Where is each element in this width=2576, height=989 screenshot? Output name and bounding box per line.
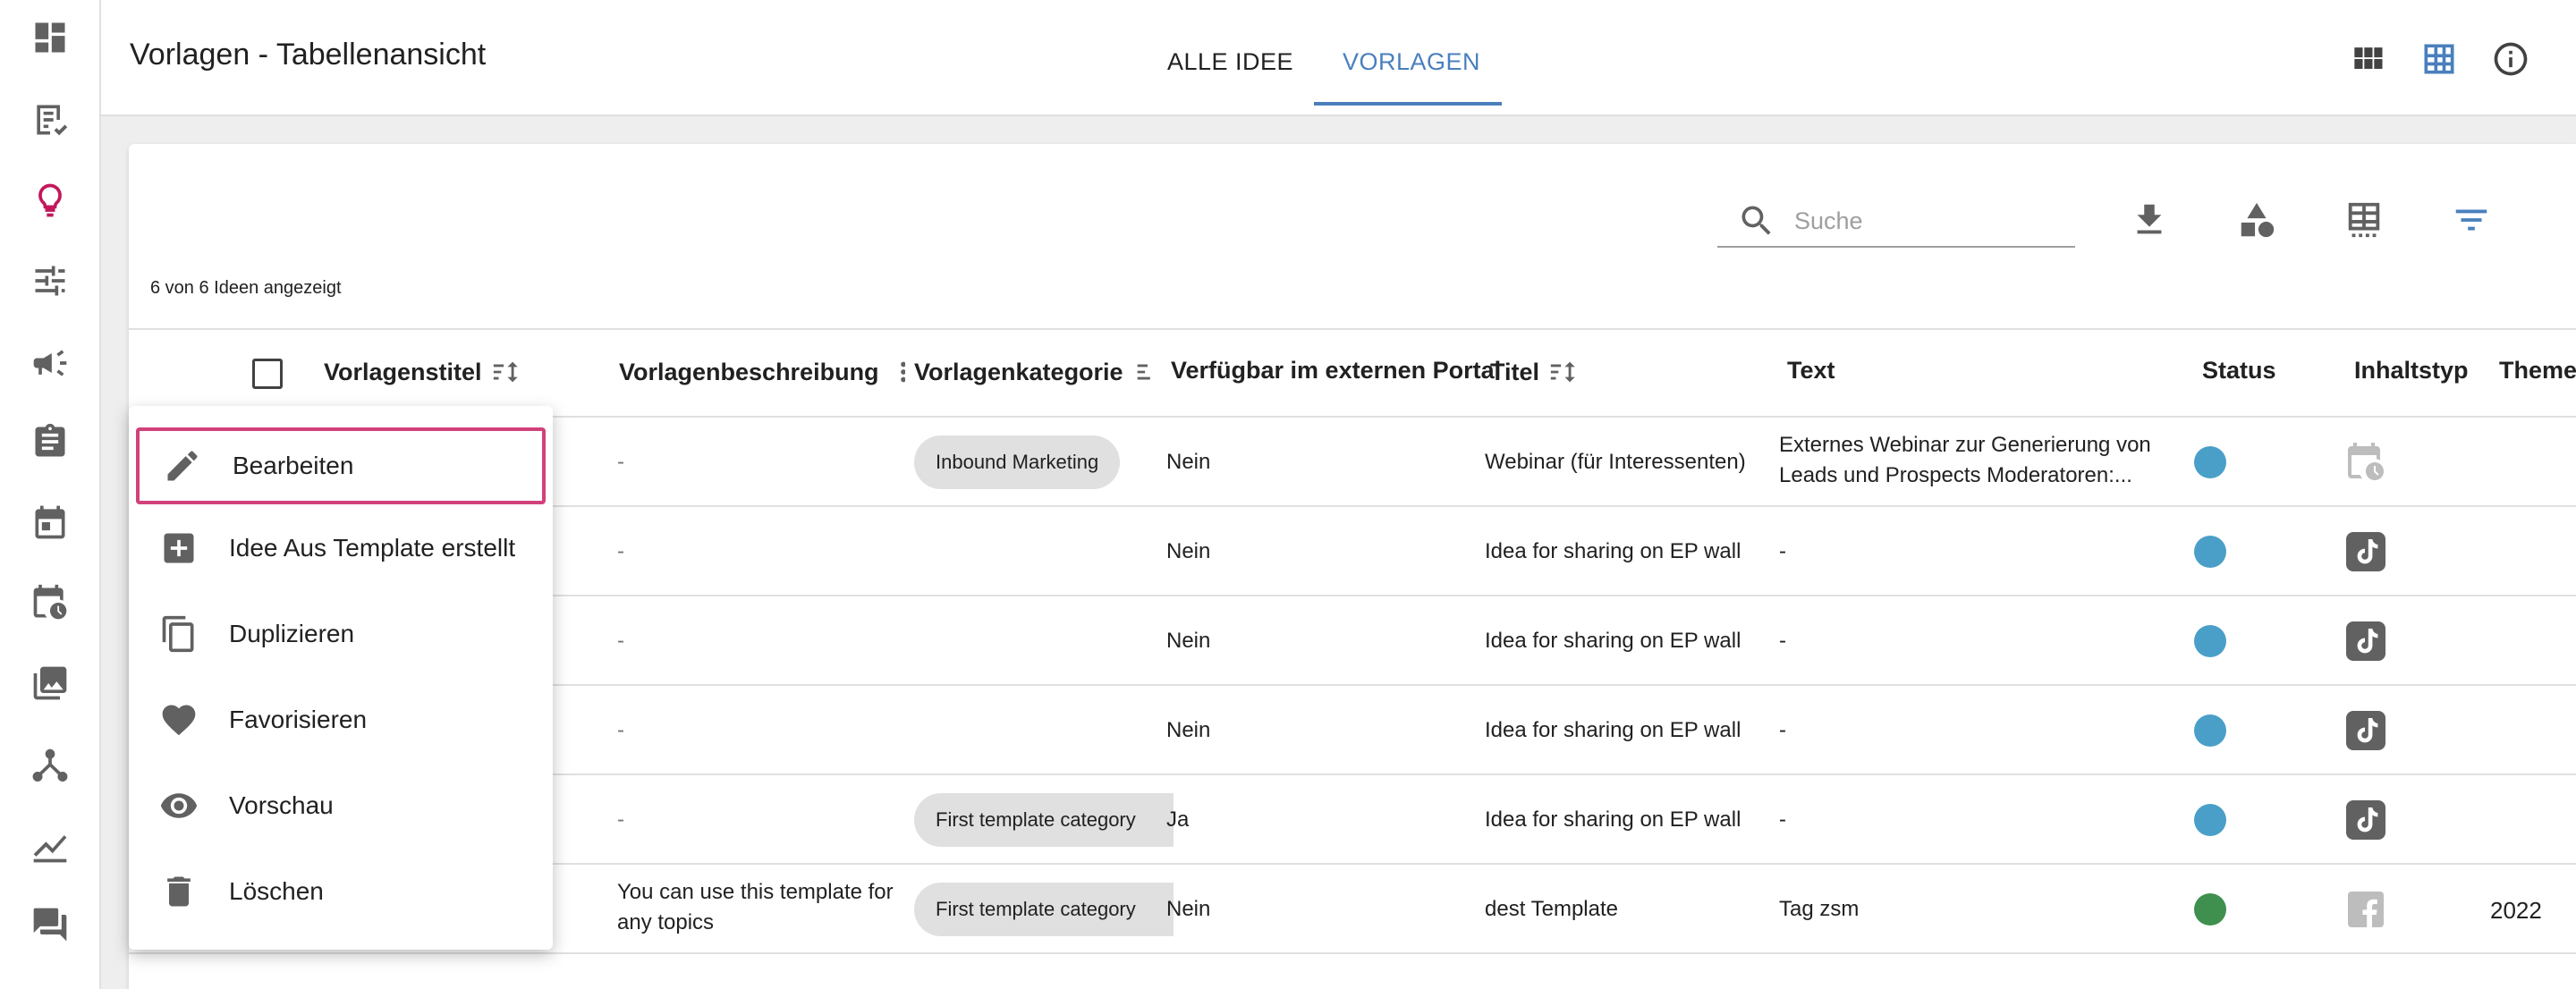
status-dot xyxy=(2194,536,2226,568)
column-header-themen[interactable]: Themen xyxy=(2499,357,2576,385)
heart-icon xyxy=(159,700,199,740)
cell-titel: Idea for sharing on EP wall xyxy=(1485,807,1741,832)
status-dot xyxy=(2194,625,2226,657)
download-icon[interactable] xyxy=(2129,199,2170,241)
column-header-status[interactable]: Status xyxy=(2202,357,2345,385)
top-header: Vorlagen - Tabellenansicht ALLE IDEE VOR… xyxy=(101,0,2576,116)
search-input[interactable] xyxy=(1794,203,2063,239)
column-header-vorlagenstitel[interactable]: Vorlagenstitel xyxy=(324,357,538,387)
menu-item-vorschau[interactable]: Vorschau xyxy=(136,767,546,844)
photo-library-icon[interactable] xyxy=(30,664,70,703)
active-tab-indicator xyxy=(1314,102,1502,106)
menu-item-idee-aus-template[interactable]: Idee Aus Template erstellt xyxy=(136,510,546,587)
tab-alle-idee[interactable]: ALLE IDEE xyxy=(1167,48,1293,76)
cell-titel: Idea for sharing on EP wall xyxy=(1485,629,1741,653)
status-dot xyxy=(2194,446,2226,478)
calendar-icon[interactable] xyxy=(30,503,70,542)
checklist-icon[interactable] xyxy=(30,100,70,139)
calendar-clock-icon[interactable] xyxy=(30,583,70,622)
column-header-vorlagenkategorie[interactable]: Vorlagenkategorie xyxy=(914,357,1165,387)
menu-item-favorisieren[interactable]: Favorisieren xyxy=(136,681,546,758)
chat-icon[interactable] xyxy=(30,905,70,944)
tiktok-icon xyxy=(2344,709,2387,752)
facebook-icon xyxy=(2344,888,2387,931)
cell-text: Tag zsm xyxy=(1779,897,1860,921)
sort-icon[interactable] xyxy=(1548,357,1579,387)
tiktok-icon xyxy=(2344,799,2387,841)
cell-text: - xyxy=(1779,718,1786,742)
status-dot xyxy=(2194,714,2226,747)
cell-beschreibung: - xyxy=(617,718,624,742)
sort-icon[interactable] xyxy=(491,357,521,387)
trash-icon xyxy=(159,872,199,911)
search-icon xyxy=(1737,201,1776,241)
eye-icon xyxy=(159,786,199,825)
category-chip: First template category xyxy=(914,883,1174,936)
row-context-menu: Bearbeiten Idee Aus Template erstellt Du… xyxy=(129,406,553,950)
menu-item-loeschen[interactable]: Löschen xyxy=(136,853,546,930)
cell-beschreibung: - xyxy=(617,629,624,653)
column-header-inhaltstyp[interactable]: Inhaltstyp xyxy=(2354,357,2515,385)
column-settings-icon[interactable] xyxy=(2343,199,2385,241)
copy-icon xyxy=(159,614,199,654)
column-header-text[interactable]: Text xyxy=(1787,357,1966,385)
plus-box-icon xyxy=(159,528,199,568)
lightbulb-icon[interactable] xyxy=(30,181,70,220)
tiktok-icon xyxy=(2344,530,2387,573)
cell-verfuegbar: Nein xyxy=(1166,718,1211,742)
category-chip: First template category xyxy=(914,793,1174,847)
cell-beschreibung: - xyxy=(617,807,624,832)
status-dot xyxy=(2194,893,2226,926)
dashboard-icon[interactable] xyxy=(30,18,70,57)
tab-vorlagen[interactable]: VORLAGEN xyxy=(1343,48,1480,76)
cell-verfuegbar: Nein xyxy=(1166,897,1211,921)
cell-text: - xyxy=(1779,629,1786,653)
clipboard-icon[interactable] xyxy=(30,422,70,461)
shapes-icon[interactable] xyxy=(2236,199,2277,241)
cell-beschreibung: You can use this template for any topics xyxy=(617,880,894,934)
menu-item-duplizieren[interactable]: Duplizieren xyxy=(136,596,546,672)
column-header-titel[interactable]: Titel xyxy=(1490,357,1758,387)
pencil-icon xyxy=(163,446,202,486)
cell-text: Externes Webinar zur Generierung von Lea… xyxy=(1779,433,2151,487)
column-header-vorlagenbeschreibung[interactable]: Vorlagenbeschreibung xyxy=(619,357,905,387)
page-title: Vorlagen - Tabellenansicht xyxy=(130,38,487,72)
cell-beschreibung: - xyxy=(617,539,624,563)
cell-text: - xyxy=(1779,539,1786,563)
cell-beschreibung: - xyxy=(617,450,624,474)
sidebar xyxy=(0,0,101,989)
info-icon[interactable] xyxy=(2491,39,2530,79)
tiktok-icon xyxy=(2344,620,2387,663)
timeline-icon[interactable] xyxy=(30,261,70,300)
menu-item-bearbeiten[interactable]: Bearbeiten xyxy=(136,427,546,504)
cell-titel: Idea for sharing on EP wall xyxy=(1485,718,1741,742)
select-all-checkbox[interactable] xyxy=(252,359,283,389)
megaphone-icon[interactable] xyxy=(30,343,70,383)
result-count: 6 von 6 Ideen angezeigt xyxy=(150,278,342,298)
grid-view-icon[interactable] xyxy=(2348,39,2387,79)
sort-lines-icon[interactable] xyxy=(1132,357,1163,387)
cell-titel: Webinar (für Interessenten) xyxy=(1485,450,1746,474)
cell-verfuegbar: Ja xyxy=(1166,807,1190,832)
filter-icon[interactable] xyxy=(2451,199,2492,241)
category-chip: Inbound Marketing xyxy=(914,435,1121,489)
cell-verfuegbar: Nein xyxy=(1166,629,1211,653)
search-box xyxy=(1717,194,2075,248)
workflow-icon[interactable] xyxy=(30,746,70,785)
cell-themen: 2022 xyxy=(2490,897,2542,924)
cell-titel: dest Template xyxy=(1485,897,1618,921)
table-header-row: Vorlagenstitel Vorlagenbeschreibung Vorl… xyxy=(129,328,2576,418)
status-dot xyxy=(2194,804,2226,836)
cell-titel: Idea for sharing on EP wall xyxy=(1485,539,1741,563)
cell-text: - xyxy=(1779,807,1786,832)
cell-verfuegbar: Nein xyxy=(1166,450,1211,474)
calendar-clock-icon xyxy=(2344,441,2387,484)
more-vert-icon[interactable] xyxy=(888,357,905,387)
table-view-icon[interactable] xyxy=(2419,39,2459,79)
chart-line-icon[interactable] xyxy=(30,826,70,866)
cell-verfuegbar: Nein xyxy=(1166,539,1211,563)
